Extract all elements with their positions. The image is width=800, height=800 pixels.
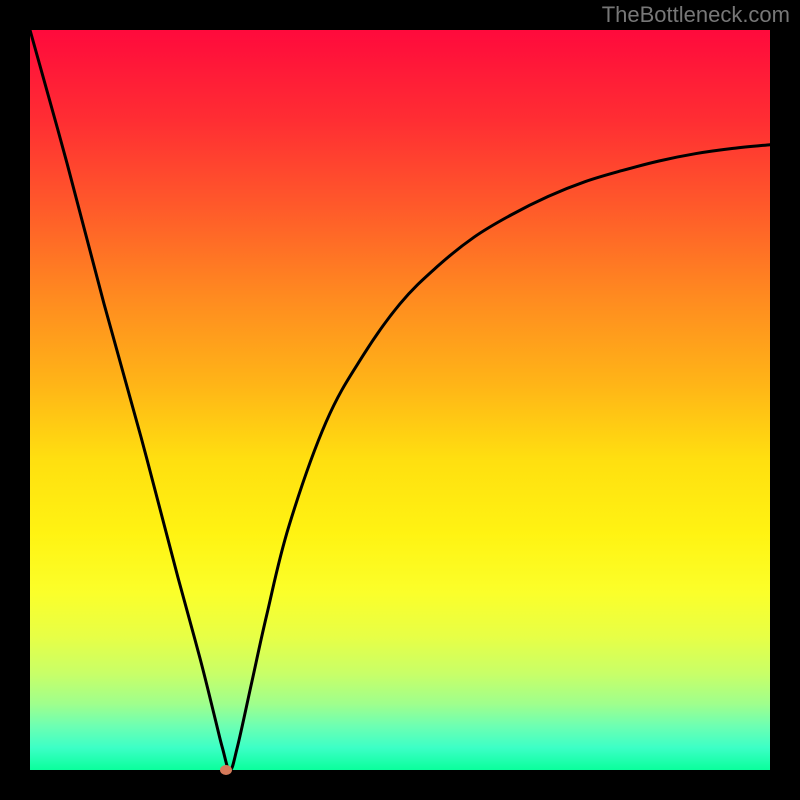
watermark-text: TheBottleneck.com (602, 2, 790, 28)
curve-svg (30, 30, 770, 770)
chart-container: TheBottleneck.com (0, 0, 800, 800)
bottleneck-curve (30, 30, 770, 770)
plot-area (30, 30, 770, 770)
minimum-marker (220, 765, 232, 775)
